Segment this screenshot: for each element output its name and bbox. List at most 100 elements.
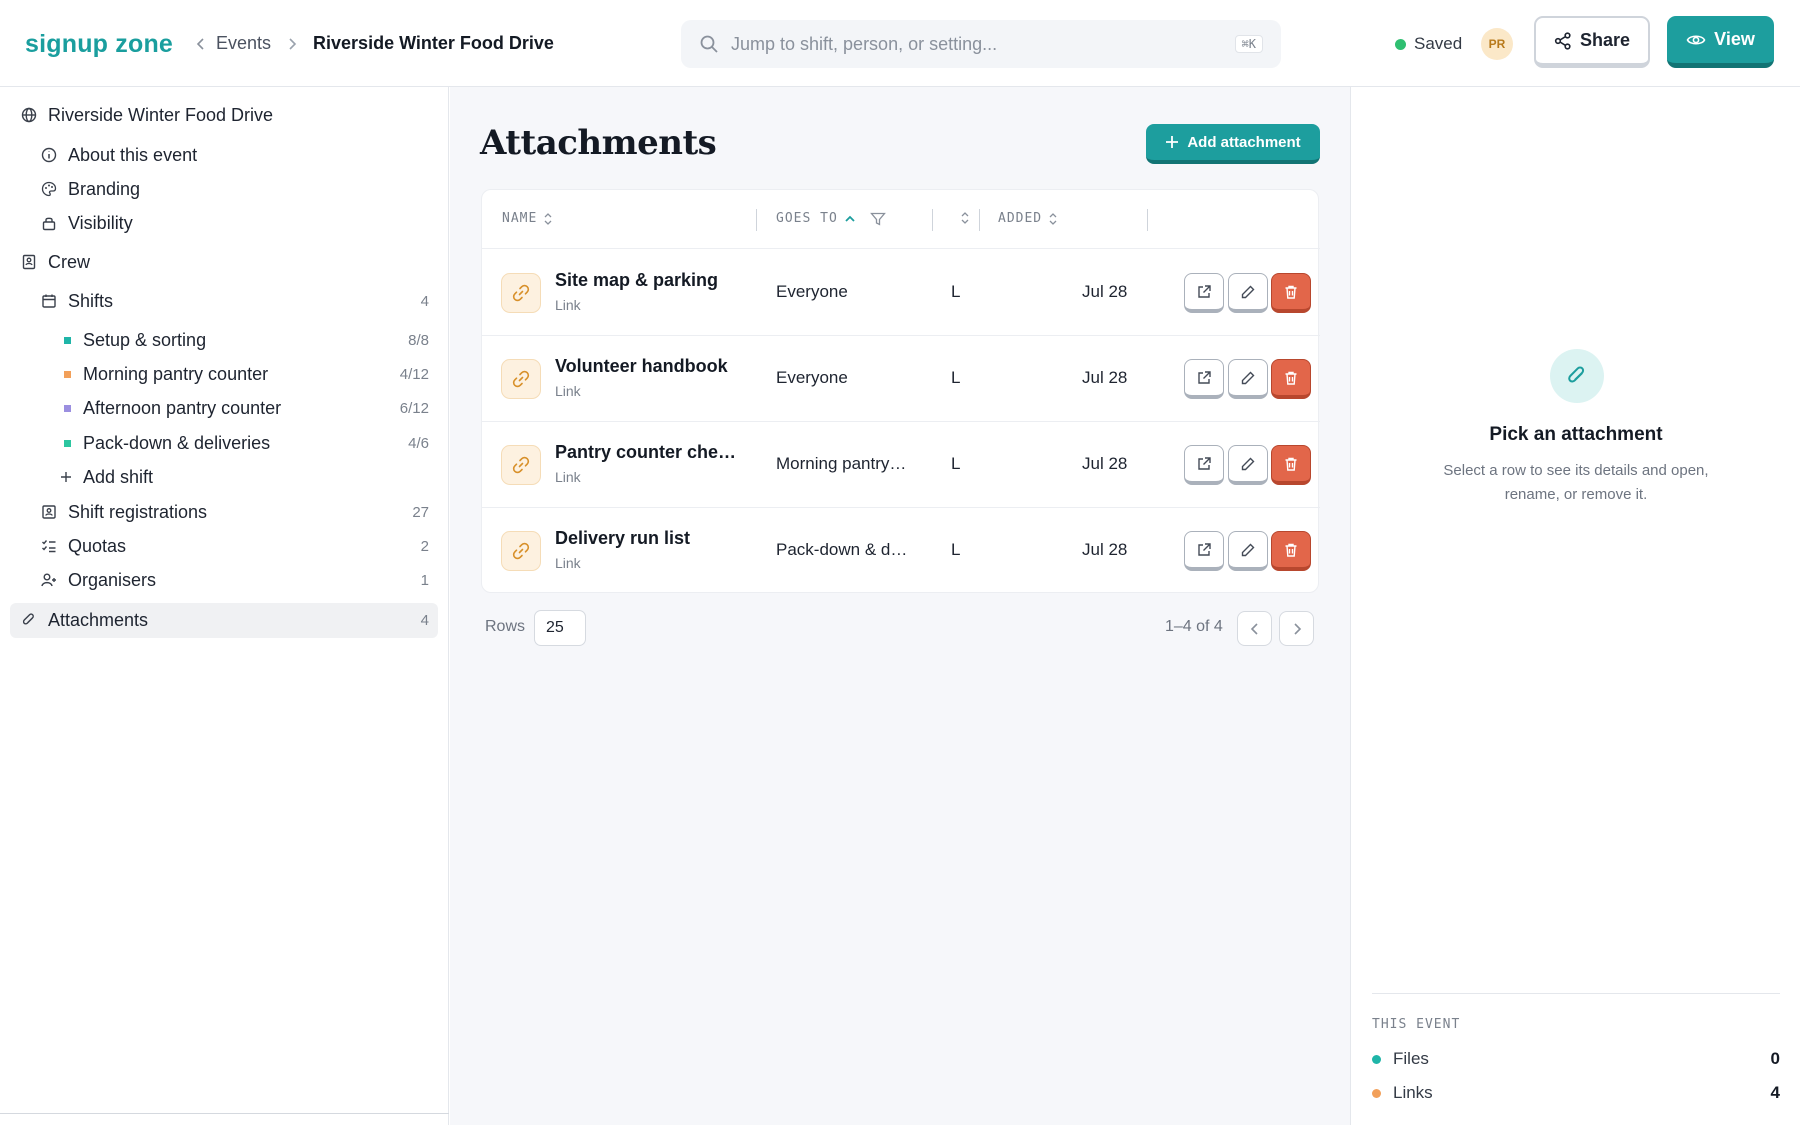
stat-links: Links 4 xyxy=(1372,1083,1780,1103)
open-button[interactable] xyxy=(1184,531,1224,571)
search-placeholder: Jump to shift, person, or setting... xyxy=(731,33,998,54)
column-header-goes-to[interactable]: GOES TO xyxy=(776,211,886,226)
share-icon xyxy=(1554,31,1571,50)
info-icon xyxy=(41,147,57,163)
attachment-goes-to: Pack-down & deliveries xyxy=(776,540,911,559)
sidebar-item-label: Morning pantry counter xyxy=(83,363,269,384)
main-content: Attachments Add attachment NAME GOES TO … xyxy=(450,87,1350,1125)
column-header-label: GOES TO xyxy=(776,211,838,226)
breadcrumb-events-link[interactable]: Events xyxy=(196,33,271,54)
sidebar-item-label: Shift registrations xyxy=(68,501,208,522)
delete-button[interactable] xyxy=(1271,531,1311,571)
search-input[interactable]: Jump to shift, person, or setting... ⌘K xyxy=(681,20,1281,68)
previous-page-button[interactable] xyxy=(1237,611,1272,646)
external-link-icon xyxy=(1198,456,1211,470)
link-icon xyxy=(501,273,541,313)
sidebar-item-shift-setup[interactable]: Setup & sorting 8/8 xyxy=(60,325,429,355)
column-divider[interactable] xyxy=(932,209,933,231)
external-link-icon xyxy=(1198,370,1211,384)
open-button[interactable] xyxy=(1184,445,1224,485)
plus-icon xyxy=(61,472,71,482)
next-page-button[interactable] xyxy=(1279,611,1314,646)
rename-button[interactable] xyxy=(1228,359,1268,399)
column-header-name[interactable]: NAME xyxy=(502,211,553,226)
trash-icon xyxy=(1285,457,1297,471)
chevron-right-icon xyxy=(281,37,303,51)
rename-button[interactable] xyxy=(1228,445,1268,485)
attachment-name: Delivery run list xyxy=(555,528,691,548)
column-header-label: NAME xyxy=(502,211,538,226)
table-row[interactable]: Delivery run list Link Pack-down & deliv… xyxy=(482,508,1320,594)
sidebar-item-event[interactable]: Riverside Winter Food Drive xyxy=(20,100,273,130)
sidebar-item-attachments[interactable]: Attachments 4 xyxy=(20,605,429,635)
column-divider[interactable] xyxy=(756,209,757,231)
table-row[interactable]: Pantry counter checklist Link Morning pa… xyxy=(482,422,1320,508)
sidebar-item-label: Visibility xyxy=(68,212,133,233)
rename-button[interactable] xyxy=(1228,531,1268,571)
sidebar-item-label: About this event xyxy=(68,144,198,165)
sidebar-item-shift-afternoon[interactable]: Afternoon pantry counter 6/12 xyxy=(60,393,429,423)
table-row[interactable]: Volunteer handbook Link Everyone L Jul 2… xyxy=(482,336,1320,422)
add-shift-label: Add shift xyxy=(83,466,154,487)
column-header-added[interactable]: ADDED xyxy=(998,211,1058,226)
sidebar-item-shift-packdown[interactable]: Pack-down & deliveries 4/6 xyxy=(60,428,429,458)
breadcrumb-parent-label: Events xyxy=(216,33,272,53)
open-button[interactable] xyxy=(1184,273,1224,313)
add-attachment-button[interactable]: Add attachment xyxy=(1146,124,1320,164)
sidebar-item-shifts[interactable]: Shifts 4 xyxy=(40,286,429,316)
attachment-l-value: L xyxy=(951,454,961,473)
sidebar-item-label: Riverside Winter Food Drive xyxy=(48,104,274,125)
files-dot-icon xyxy=(1372,1054,1381,1064)
sidebar-item-count: 6/12 xyxy=(399,399,429,417)
column-divider[interactable] xyxy=(1147,209,1148,231)
attachment-l-value: L xyxy=(951,282,961,301)
delete-button[interactable] xyxy=(1271,273,1311,313)
add-attachment-label: Add attachment xyxy=(1187,133,1301,151)
attachment-name: Site map & parking xyxy=(555,270,719,290)
attachment-name: Volunteer handbook xyxy=(555,356,728,376)
sort-ascending-icon xyxy=(845,215,855,222)
sidebar-item-label: Organisers xyxy=(68,569,157,590)
sidebar-item-count: 8/8 xyxy=(408,331,429,349)
sidebar-item-label: Attachments xyxy=(48,609,149,630)
sidebar-item-crew[interactable]: Crew xyxy=(20,247,90,277)
user-plus-icon xyxy=(41,573,56,587)
app-logo[interactable]: signup zone xyxy=(25,30,173,59)
palette-icon xyxy=(41,181,57,197)
chevron-left-icon xyxy=(196,37,204,50)
calendar-icon xyxy=(42,294,56,308)
sort-icon xyxy=(961,212,969,224)
sort-icon xyxy=(544,212,552,225)
sidebar-item-quotas[interactable]: Quotas 2 xyxy=(40,531,429,561)
section-heading: THIS EVENT xyxy=(1372,1017,1461,1032)
checklist-icon xyxy=(42,540,56,553)
rows-per-page-input[interactable]: 25 xyxy=(534,610,586,646)
column-header-unnamed[interactable] xyxy=(960,211,970,225)
delete-button[interactable] xyxy=(1271,445,1311,485)
attachment-type: Link xyxy=(555,555,581,571)
registration-icon xyxy=(42,505,56,519)
eye-icon xyxy=(1686,34,1706,45)
rename-button[interactable] xyxy=(1228,273,1268,313)
sidebar-item-about[interactable]: About this event xyxy=(40,140,197,170)
sidebar-item-visibility[interactable]: Visibility xyxy=(40,208,133,238)
sort-icon xyxy=(1049,212,1057,225)
sidebar-item-organisers[interactable]: Organisers 1 xyxy=(40,565,429,595)
view-button[interactable]: View xyxy=(1667,16,1774,68)
delete-button[interactable] xyxy=(1271,359,1311,399)
open-button[interactable] xyxy=(1184,359,1224,399)
avatar[interactable]: PR xyxy=(1481,28,1513,60)
share-button[interactable]: Share xyxy=(1534,16,1650,68)
stat-value: 0 xyxy=(1770,1049,1780,1068)
attachment-added: Jul 28 xyxy=(1082,368,1128,387)
column-divider[interactable] xyxy=(979,209,980,231)
attachment-goes-to: Everyone xyxy=(776,282,848,301)
sidebar-item-branding[interactable]: Branding xyxy=(40,174,140,204)
sidebar: Riverside Winter Food Drive About this e… xyxy=(0,87,449,1125)
table-row[interactable]: Site map & parking Link Everyone L Jul 2… xyxy=(482,250,1320,336)
sidebar-item-shift-morning[interactable]: Morning pantry counter 4/12 xyxy=(60,359,429,389)
sidebar-item-registrations[interactable]: Shift registrations 27 xyxy=(40,497,429,527)
paperclip-icon xyxy=(22,613,34,625)
sidebar-item-label: Afternoon pantry counter xyxy=(83,397,282,418)
add-shift-button[interactable]: Add shift xyxy=(60,462,153,492)
